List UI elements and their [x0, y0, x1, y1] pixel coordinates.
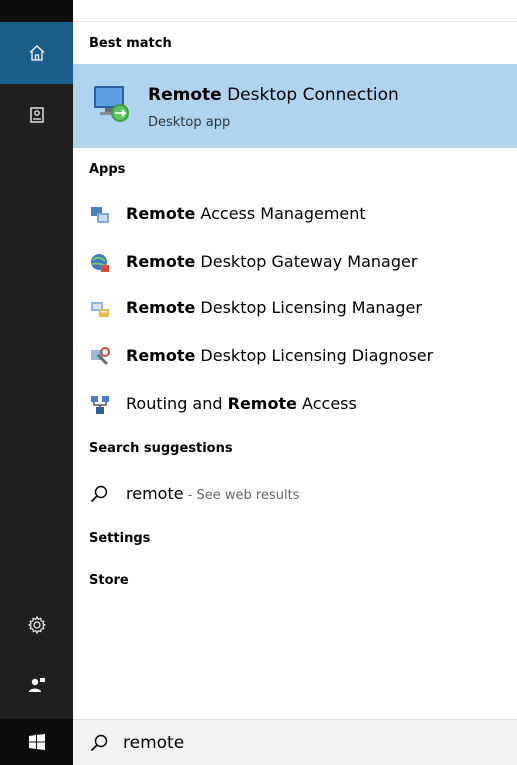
gear-icon: [27, 615, 46, 635]
notebook-button[interactable]: [0, 90, 73, 140]
app-result-rd-gateway-manager[interactable]: Remote Desktop Gateway Manager: [73, 240, 517, 286]
remote-access-management-icon: [91, 207, 109, 223]
section-apps: Apps: [89, 162, 126, 177]
app-result-label: Remote Access Management: [126, 204, 366, 223]
app-result-label: Remote Desktop Licensing Diagnoser: [126, 346, 434, 365]
web-suggestion-label: remote - See web results: [126, 484, 300, 503]
remote-desktop-connection-icon: [94, 86, 129, 122]
app-result-rd-licensing-manager[interactable]: Remote Desktop Licensing Manager: [73, 286, 517, 332]
settings-button[interactable]: [0, 600, 73, 650]
notebook-icon: [29, 107, 44, 123]
section-store[interactable]: Store: [89, 573, 129, 588]
section-settings[interactable]: Settings: [89, 531, 150, 546]
best-match-title: Remote Desktop Connection: [148, 85, 399, 105]
search-icon: [90, 734, 108, 752]
best-match-subtitle: Desktop app: [148, 115, 231, 130]
rd-gateway-manager-icon: [91, 254, 109, 272]
rail-top-strip: [0, 0, 73, 22]
home-icon: [29, 45, 44, 61]
windows-start-icon: [28, 734, 45, 750]
web-search-suggestion[interactable]: remote - See web results: [73, 478, 517, 514]
best-match-result[interactable]: Remote Desktop Connection Desktop app: [73, 64, 517, 148]
app-result-remote-access-management[interactable]: Remote Access Management: [73, 192, 517, 238]
home-button[interactable]: [0, 22, 73, 84]
content-top-edge: [73, 0, 517, 22]
search-box[interactable]: [73, 719, 517, 765]
app-result-rd-licensing-diagnoser[interactable]: Remote Desktop Licensing Diagnoser: [73, 334, 517, 380]
app-result-label: Routing and Remote Access: [126, 394, 357, 413]
feedback-button[interactable]: [0, 660, 73, 710]
routing-remote-access-icon: [91, 396, 109, 414]
app-result-routing-remote-access[interactable]: Routing and Remote Access: [73, 382, 517, 428]
start-button[interactable]: [0, 719, 73, 765]
search-input[interactable]: [123, 730, 503, 756]
rd-licensing-diagnoser-icon: [91, 347, 110, 366]
app-result-label: Remote Desktop Licensing Manager: [126, 298, 422, 317]
left-rail: [0, 0, 73, 765]
section-search-suggestions: Search suggestions: [89, 441, 233, 456]
rd-licensing-manager-icon: [91, 302, 109, 317]
section-best-match: Best match: [89, 36, 172, 51]
search-icon: [90, 485, 108, 503]
app-result-label: Remote Desktop Gateway Manager: [126, 252, 418, 271]
feedback-icon: [28, 678, 45, 692]
